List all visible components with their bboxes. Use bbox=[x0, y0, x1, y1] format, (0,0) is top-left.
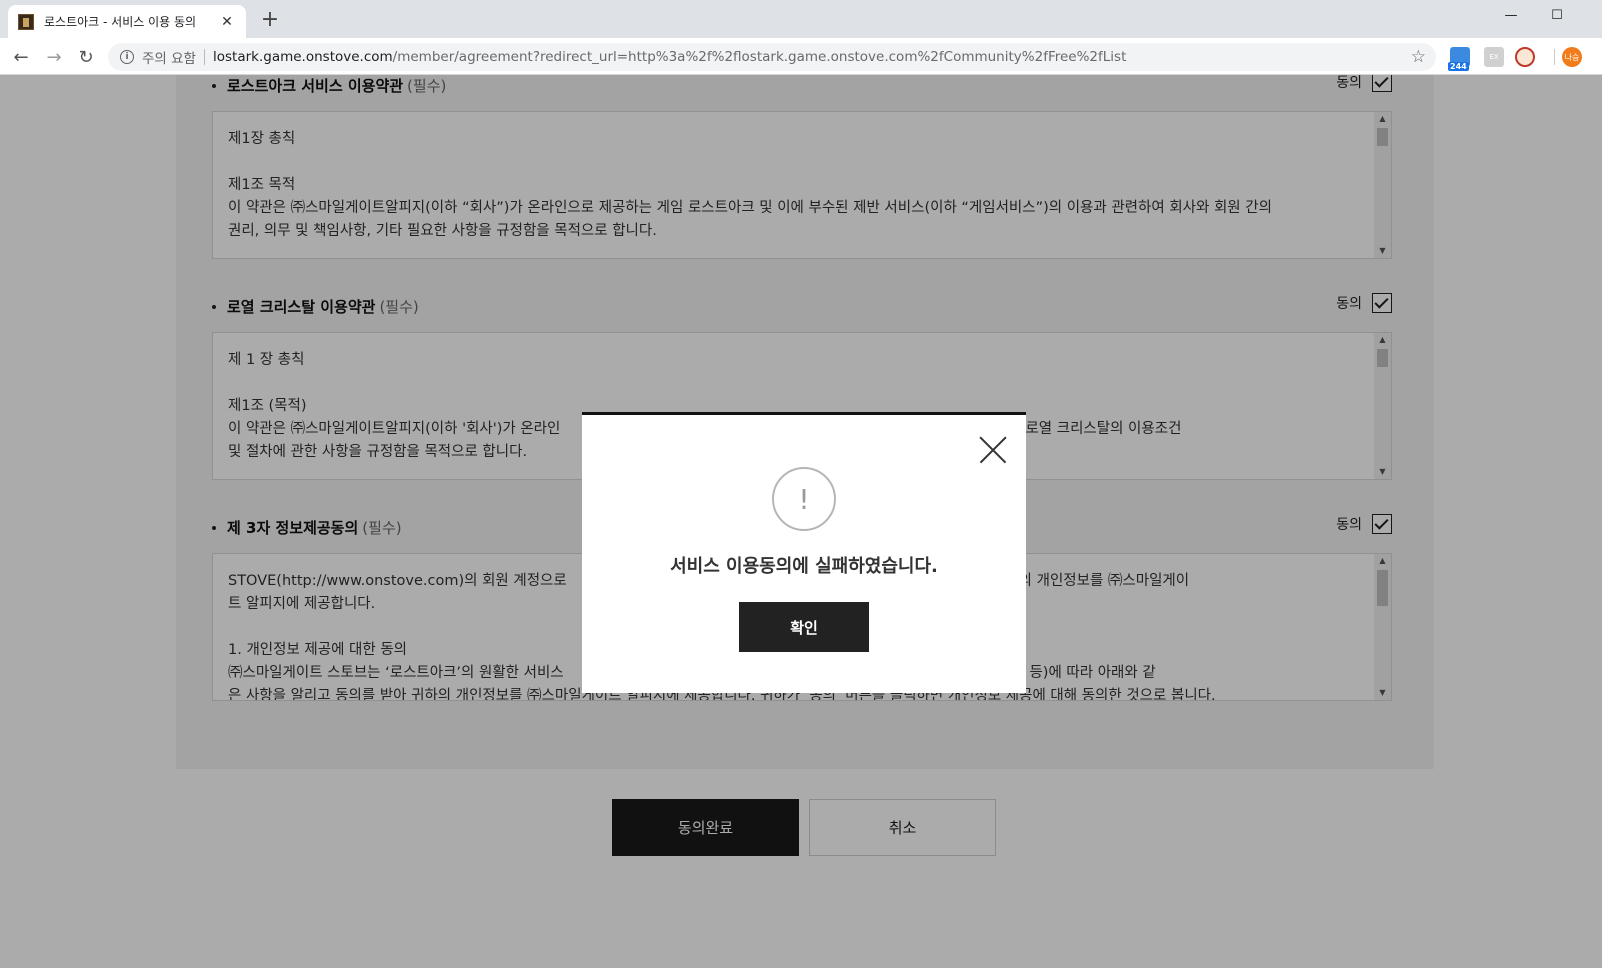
forward-arrow-icon[interactable]: → bbox=[41, 44, 67, 70]
address-bar[interactable]: i 주의 요함 lostark.game.onstove.com /member… bbox=[108, 43, 1436, 71]
extension-badge: 244 bbox=[1448, 62, 1469, 71]
info-icon[interactable]: i bbox=[120, 50, 134, 64]
exclamation-icon: ! bbox=[772, 467, 836, 531]
browser-tab[interactable]: 로스트아크 - 서비스 이용 동의 ✕ bbox=[8, 5, 246, 38]
bookmark-star-icon[interactable]: ☆ bbox=[1411, 47, 1426, 67]
close-icon[interactable] bbox=[978, 435, 1008, 465]
toolbar-divider bbox=[1554, 49, 1555, 65]
new-tab-button[interactable]: + bbox=[258, 8, 282, 32]
back-arrow-icon[interactable]: ← bbox=[8, 44, 34, 70]
url-host: lostark.game.onstove.com bbox=[212, 49, 393, 65]
tab-title: 로스트아크 - 서비스 이용 동의 bbox=[44, 15, 197, 29]
profile-avatar[interactable]: 나승 bbox=[1562, 47, 1582, 67]
tab-close-icon[interactable]: ✕ bbox=[218, 14, 236, 30]
reload-icon[interactable]: ↻ bbox=[73, 44, 99, 70]
extension-face-icon[interactable] bbox=[1515, 47, 1535, 67]
security-label[interactable]: 주의 요함 bbox=[142, 47, 196, 67]
omnibox-divider bbox=[203, 49, 205, 65]
extension-counter-icon[interactable]: 244 bbox=[1448, 47, 1470, 71]
extension-ex-icon[interactable]: EX bbox=[1484, 47, 1504, 67]
error-modal: ! 서비스 이용동의에 실패하였습니다. 확인 bbox=[582, 412, 1026, 693]
minimize-icon[interactable]: — bbox=[1488, 0, 1534, 30]
lostark-favicon-icon bbox=[18, 13, 34, 30]
modal-message: 서비스 이용동의에 실패하였습니다. bbox=[670, 556, 938, 577]
url-path: /member/agreement?redirect_url=http%3a%2… bbox=[392, 49, 1127, 65]
browser-toolbar: ← → ↻ i 주의 요함 lostark.game.onstove.com /… bbox=[0, 38, 1602, 75]
ok-button[interactable]: 확인 bbox=[739, 602, 869, 652]
maximize-icon[interactable]: ☐ bbox=[1534, 0, 1580, 30]
browser-tab-strip: 로스트아크 - 서비스 이용 동의 ✕ + — ☐ bbox=[0, 0, 1602, 38]
